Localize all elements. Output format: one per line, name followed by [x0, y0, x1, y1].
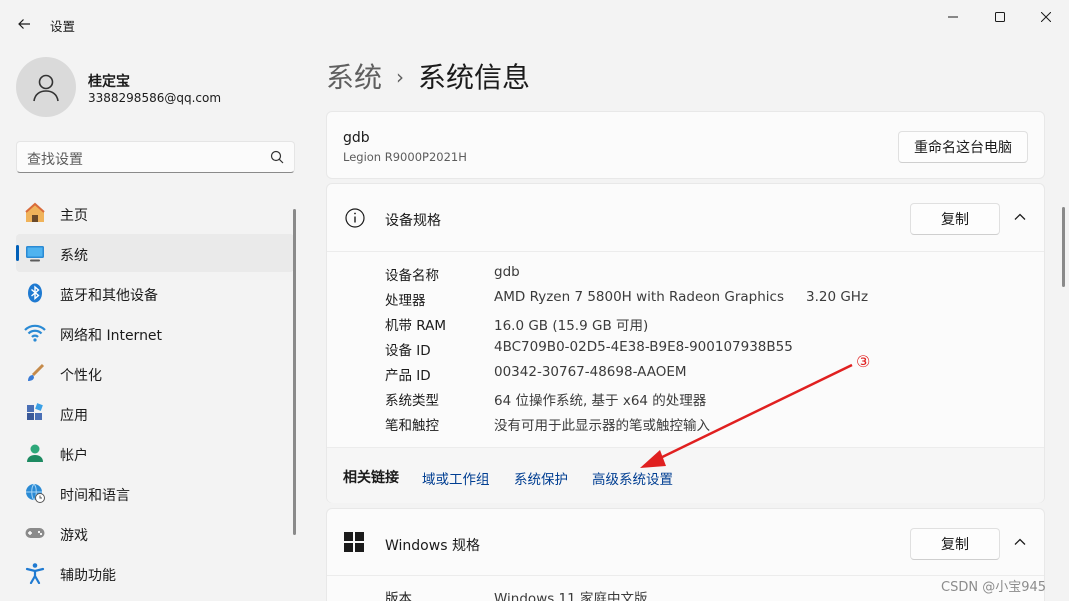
sidebar-item-home[interactable]: 主页 [16, 194, 294, 232]
chevron-up-icon[interactable] [1013, 210, 1027, 224]
close-button[interactable] [1023, 0, 1069, 34]
advanced-system-settings-link[interactable]: 高级系统设置 [592, 468, 673, 488]
search-box[interactable]: 查找设置 [16, 141, 295, 173]
page-title: 系统信息 [418, 61, 531, 94]
watermark: CSDN @小宝945 [941, 580, 1047, 595]
search-input[interactable]: 查找设置 [27, 149, 83, 169]
sidebar-item-label: 帐户 [60, 448, 88, 464]
device-name: gdb [343, 130, 370, 146]
device-specs-card: 设备规格 复制 设备名称 gdb 处理器 AMD Ryzen 7 5800H wit… [326, 183, 1045, 503]
section-title: 设备规格 [385, 213, 441, 229]
chevron-up-icon[interactable] [1013, 535, 1027, 549]
globe-clock-icon [24, 482, 46, 504]
annotation-number: ③ [856, 352, 871, 371]
windows-logo-icon [344, 532, 364, 552]
domain-workgroup-link[interactable]: 域或工作组 [422, 468, 490, 488]
sidebar-item-label: 网络和 Internet [60, 328, 163, 344]
spec-value: 64 位操作系统, 基于 x64 的处理器 [494, 393, 707, 409]
device-card: gdb Legion R9000P2021H 重命名这台电脑 [326, 111, 1045, 179]
breadcrumb-separator: › [396, 65, 405, 89]
sidebar-item-apps[interactable]: 应用 [16, 394, 294, 432]
spec-value: AMD Ryzen 7 5800H with Radeon Graphics [494, 289, 785, 305]
maximize-button[interactable] [977, 0, 1023, 34]
spec-label: 版本 [385, 591, 412, 601]
minimize-button[interactable] [930, 0, 976, 34]
copy-device-specs-button[interactable]: 复制 [910, 203, 1000, 235]
sidebar-item-label: 辅助功能 [60, 568, 116, 584]
spec-value: 16.0 GB (15.9 GB 可用) [494, 318, 649, 334]
sidebar-item-label: 蓝牙和其他设备 [60, 288, 158, 304]
breadcrumb: 系统 › 系统信息 [326, 56, 530, 96]
sidebar-item-bluetooth[interactable]: 蓝牙和其他设备 [16, 274, 294, 312]
home-icon [24, 202, 46, 224]
related-links-title: 相关链接 [343, 470, 399, 486]
sidebar-item-label: 游戏 [60, 528, 88, 544]
related-links: 相关链接 域或工作组 系统保护 高级系统设置 [327, 447, 1044, 503]
close-icon [1041, 12, 1051, 22]
spec-value: 没有可用于此显示器的笔或触控输入 [494, 418, 710, 434]
back-button[interactable] [12, 12, 36, 36]
sidebar-nav: 主页 系统 蓝牙和其他设备 网络和 Internet 个性化 应用 帐户 时间和… [16, 194, 294, 594]
gamepad-icon [24, 522, 46, 544]
sidebar-item-system[interactable]: 系统 [16, 234, 294, 272]
spec-label: 设备 ID [385, 343, 431, 359]
spec-value: Windows 11 家庭中文版 [494, 591, 648, 601]
search-icon [270, 150, 284, 164]
sidebar-item-label: 应用 [60, 408, 88, 424]
person-icon [33, 74, 59, 102]
sidebar-item-label: 主页 [60, 208, 88, 224]
spec-label: 系统类型 [385, 393, 439, 409]
spec-label: 笔和触控 [385, 418, 439, 434]
sidebar-scrollbar[interactable] [293, 209, 296, 535]
copy-windows-specs-button[interactable]: 复制 [910, 528, 1000, 560]
sidebar-item-gaming[interactable]: 游戏 [16, 514, 294, 552]
breadcrumb-parent[interactable]: 系统 [326, 61, 382, 94]
minimize-icon [948, 16, 958, 18]
device-specs-header[interactable]: 设备规格 复制 [327, 184, 1044, 252]
title-bar: 设置 [0, 0, 1069, 40]
sidebar-item-label: 个性化 [60, 368, 102, 384]
avatar [16, 57, 76, 117]
spec-extra: 3.20 GHz [806, 289, 869, 305]
spec-value: 4BC709B0-02D5-4E38-B9E8-900107938B55 [494, 339, 793, 355]
spec-label: 机带 RAM [385, 318, 447, 334]
user-email: 3388298586@qq.com [88, 91, 222, 105]
accessibility-icon [24, 562, 46, 584]
system-protection-link[interactable]: 系统保护 [514, 468, 568, 488]
bluetooth-icon [24, 282, 46, 304]
spec-label: 处理器 [385, 293, 426, 309]
system-icon [24, 242, 46, 264]
back-arrow-icon [18, 19, 30, 29]
sidebar-item-personalization[interactable]: 个性化 [16, 354, 294, 392]
wifi-icon [24, 322, 46, 344]
device-model: Legion R9000P2021H [343, 150, 467, 164]
sidebar-item-accounts[interactable]: 帐户 [16, 434, 294, 472]
spec-value: gdb [494, 264, 520, 280]
sidebar-item-network[interactable]: 网络和 Internet [16, 314, 294, 352]
app-title: 设置 [50, 19, 76, 34]
sidebar-item-label: 系统 [60, 248, 88, 264]
spec-label: 产品 ID [385, 368, 431, 384]
section-title: Windows 规格 [385, 538, 480, 554]
info-icon [345, 208, 365, 228]
sidebar-item-label: 时间和语言 [60, 488, 130, 504]
rename-pc-button[interactable]: 重命名这台电脑 [898, 131, 1028, 163]
spec-value: 00342-30767-48698-AAOEM [494, 364, 687, 380]
user-profile[interactable]: 桂定宝 3388298586@qq.com [16, 56, 296, 120]
brush-icon [24, 362, 46, 384]
sidebar-item-time-language[interactable]: 时间和语言 [16, 474, 294, 512]
windows-specs-header[interactable]: Windows 规格 复制 [327, 509, 1044, 576]
main-scrollbar[interactable] [1062, 207, 1065, 287]
spec-label: 设备名称 [385, 268, 439, 284]
apps-icon [24, 402, 46, 424]
maximize-icon [995, 12, 1005, 22]
windows-specs-card: Windows 规格 复制 版本 Windows 11 家庭中文版 [326, 508, 1045, 601]
sidebar-item-accessibility[interactable]: 辅助功能 [16, 554, 294, 592]
user-name: 桂定宝 [88, 74, 130, 90]
account-icon [24, 442, 46, 464]
